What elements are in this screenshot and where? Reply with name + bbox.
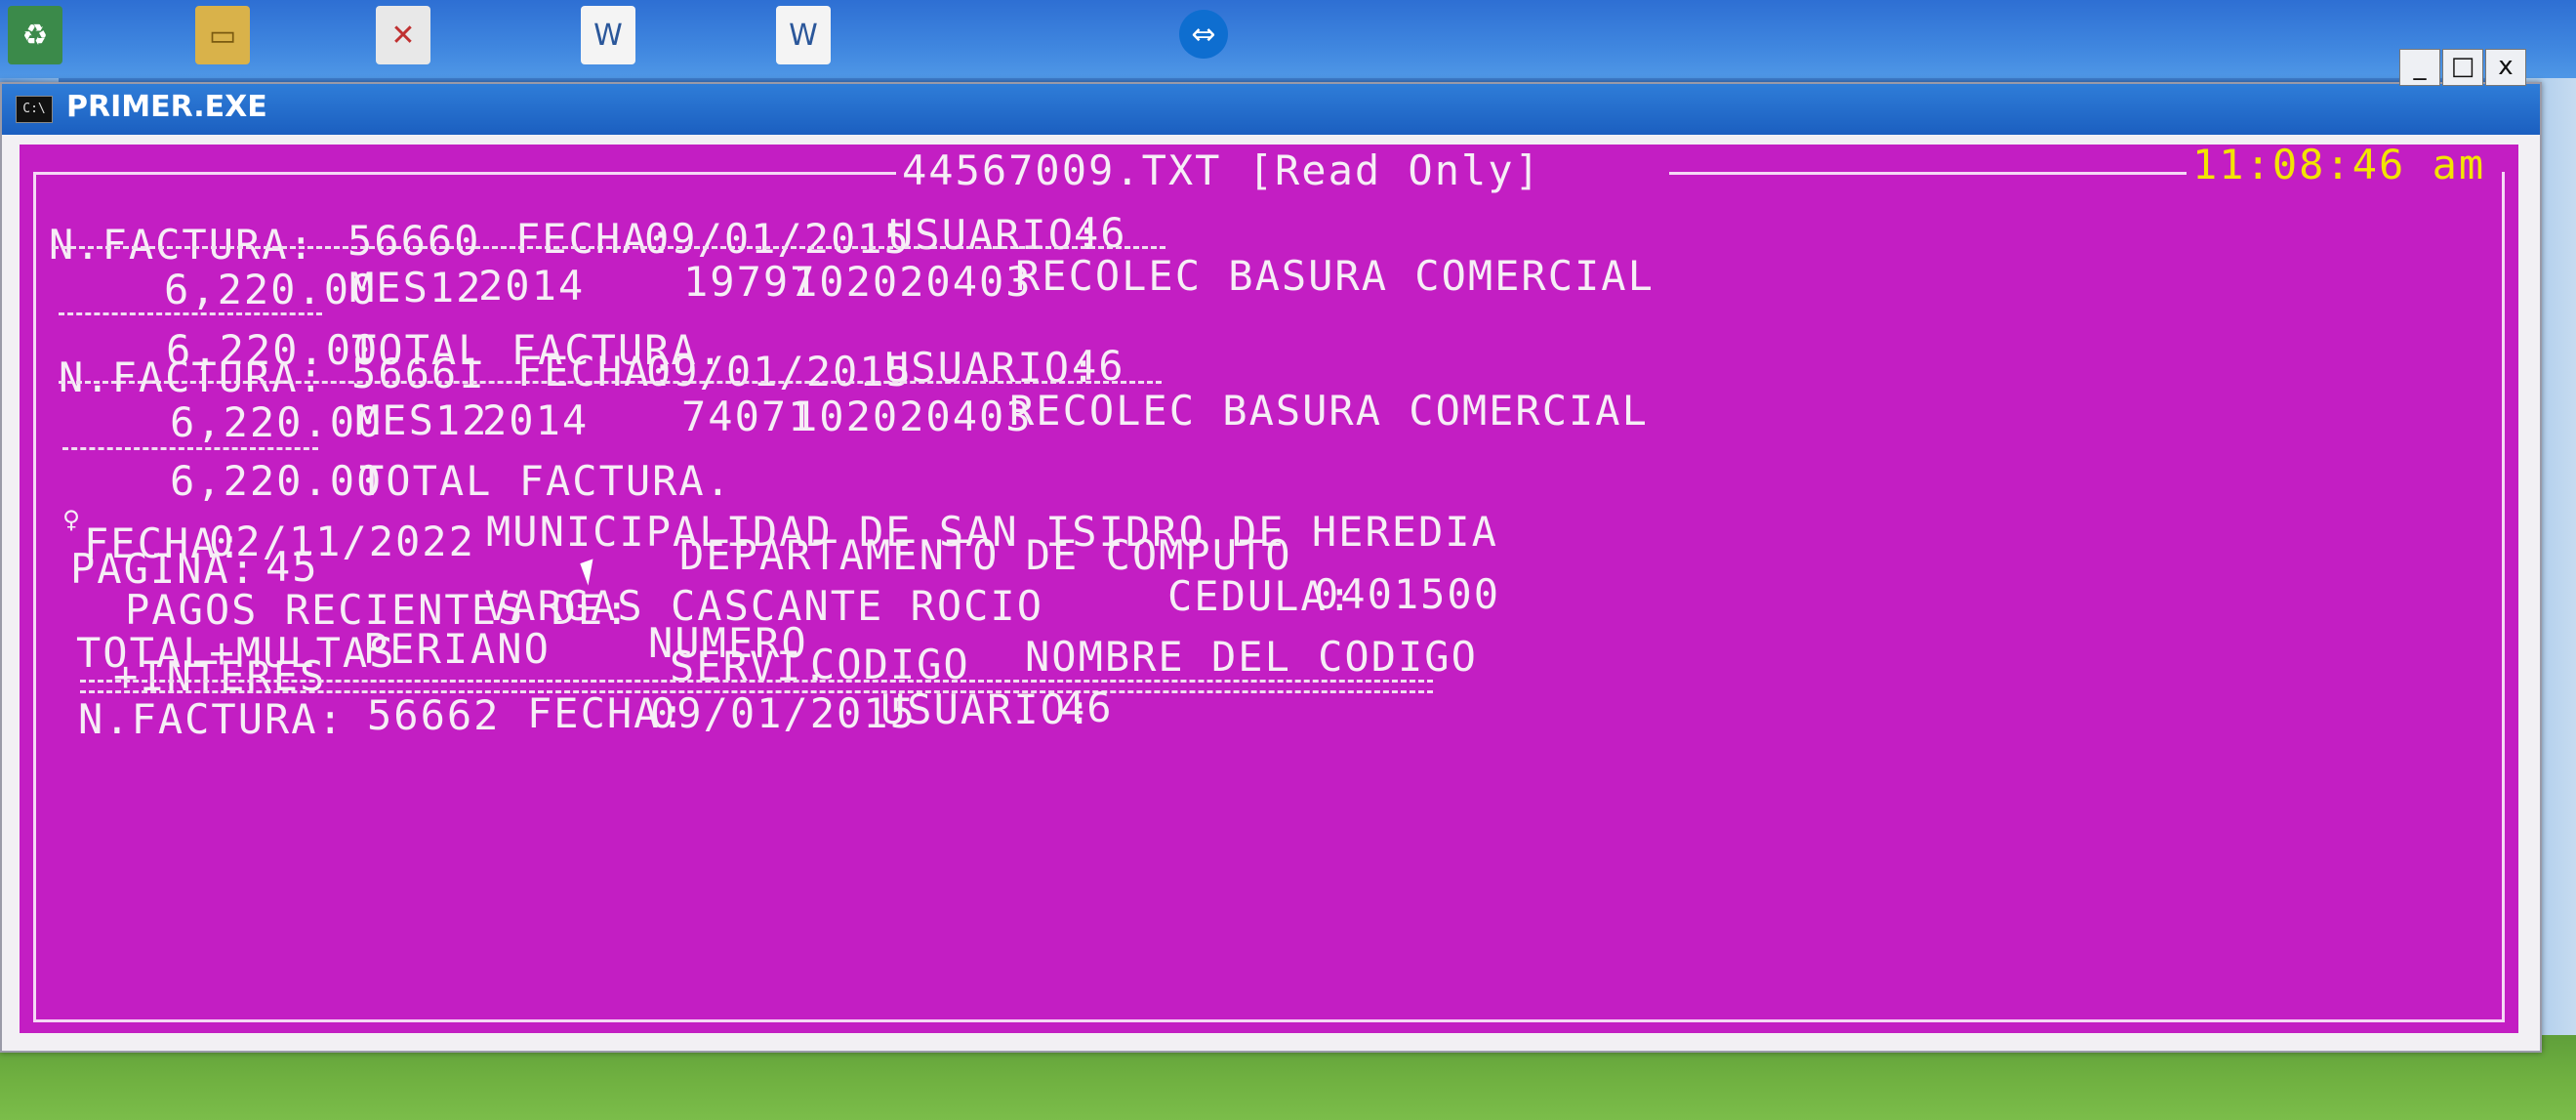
dashed-divider — [59, 312, 322, 315]
line-amount: 6,220.00 — [164, 266, 378, 313]
invoice-total-label: TOTAL FACTURA. — [359, 457, 733, 505]
console-app-icon: C:\ — [16, 96, 53, 123]
line-description: RECOLEC BASURA COMERCIAL — [1015, 252, 1655, 300]
clock: 11:08:46 am — [2187, 145, 2492, 186]
department-name: DEPARTAMENTO DE COMPUTO — [679, 531, 1292, 579]
invoice-number: 56660 — [348, 217, 481, 265]
word-document-icon[interactable]: W — [776, 6, 831, 64]
minimize-button[interactable]: _ — [2399, 49, 2440, 86]
line-code: 102020403 — [793, 393, 1033, 440]
window-titlebar[interactable]: C:\ PRIMER.EXE _ □ x — [2, 49, 2540, 135]
invoice-number: 56661 — [351, 350, 485, 397]
dashed-divider — [53, 246, 1165, 249]
page-number: 45 — [266, 543, 319, 591]
line-amount: 6,220.00 — [170, 398, 384, 446]
invoice-label: N.FACTURA: — [59, 353, 325, 401]
window-title: PRIMER.EXE — [66, 90, 267, 124]
invoice-label: N.FACTURA: — [49, 221, 315, 269]
line-year: 2014 — [482, 396, 590, 444]
teamviewer-icon[interactable]: ⇔ — [1179, 10, 1228, 59]
line-month: MES12 — [349, 264, 483, 311]
col-ano: ANO — [470, 625, 551, 673]
invoice-label: N.FACTURA: — [78, 695, 345, 743]
frame-top-left — [33, 172, 902, 175]
file-header: 44567009.TXT [Read Only] — [896, 150, 1547, 191]
col-nombre: NOMBRE DEL CODIGO — [1025, 633, 1478, 681]
fecha-value: 09/01/2015 — [646, 348, 913, 395]
col-periodo: PERI — [363, 625, 470, 673]
console-screen[interactable]: 44567009.TXT [Read Only] 11:08:46 am N.F… — [20, 145, 2518, 1033]
form-feed-symbol: ♀ — [62, 503, 83, 537]
close-button[interactable]: x — [2485, 49, 2526, 86]
dashed-divider — [59, 381, 1162, 384]
usuario-label: USUARIO: — [888, 211, 1102, 259]
desktop-top: ♻ ▭ ✕ W W ⇔ — [0, 0, 2576, 78]
fecha-value: 09/01/2015 — [650, 689, 917, 737]
invoice-number: 56662 — [367, 691, 501, 739]
usuario-value: 46 — [1060, 684, 1114, 731]
line-year: 2014 — [478, 262, 586, 310]
fecha-value: 09/01/2015 — [644, 215, 911, 263]
maximize-button[interactable]: □ — [2442, 49, 2483, 86]
folder-icon[interactable]: ▭ — [195, 6, 250, 64]
invoice-total: 6,220.00 — [170, 457, 384, 505]
cedula-value: 0401500 — [1314, 570, 1501, 618]
frame-top-right — [1669, 172, 2196, 175]
line-description: RECOLEC BASURA COMERCIAL — [1009, 387, 1649, 435]
dashed-divider — [62, 447, 318, 450]
page-label: PAGINA: — [70, 545, 258, 593]
recycle-icon[interactable]: ♻ — [8, 6, 62, 64]
line-month: MES12 — [355, 396, 489, 444]
line-code: 102020403 — [793, 258, 1033, 306]
word-document-icon[interactable]: W — [581, 6, 635, 64]
primer-window: C:\ PRIMER.EXE _ □ x 44567009.TXT [Read … — [0, 49, 2542, 1053]
tools-icon[interactable]: ✕ — [376, 6, 430, 64]
